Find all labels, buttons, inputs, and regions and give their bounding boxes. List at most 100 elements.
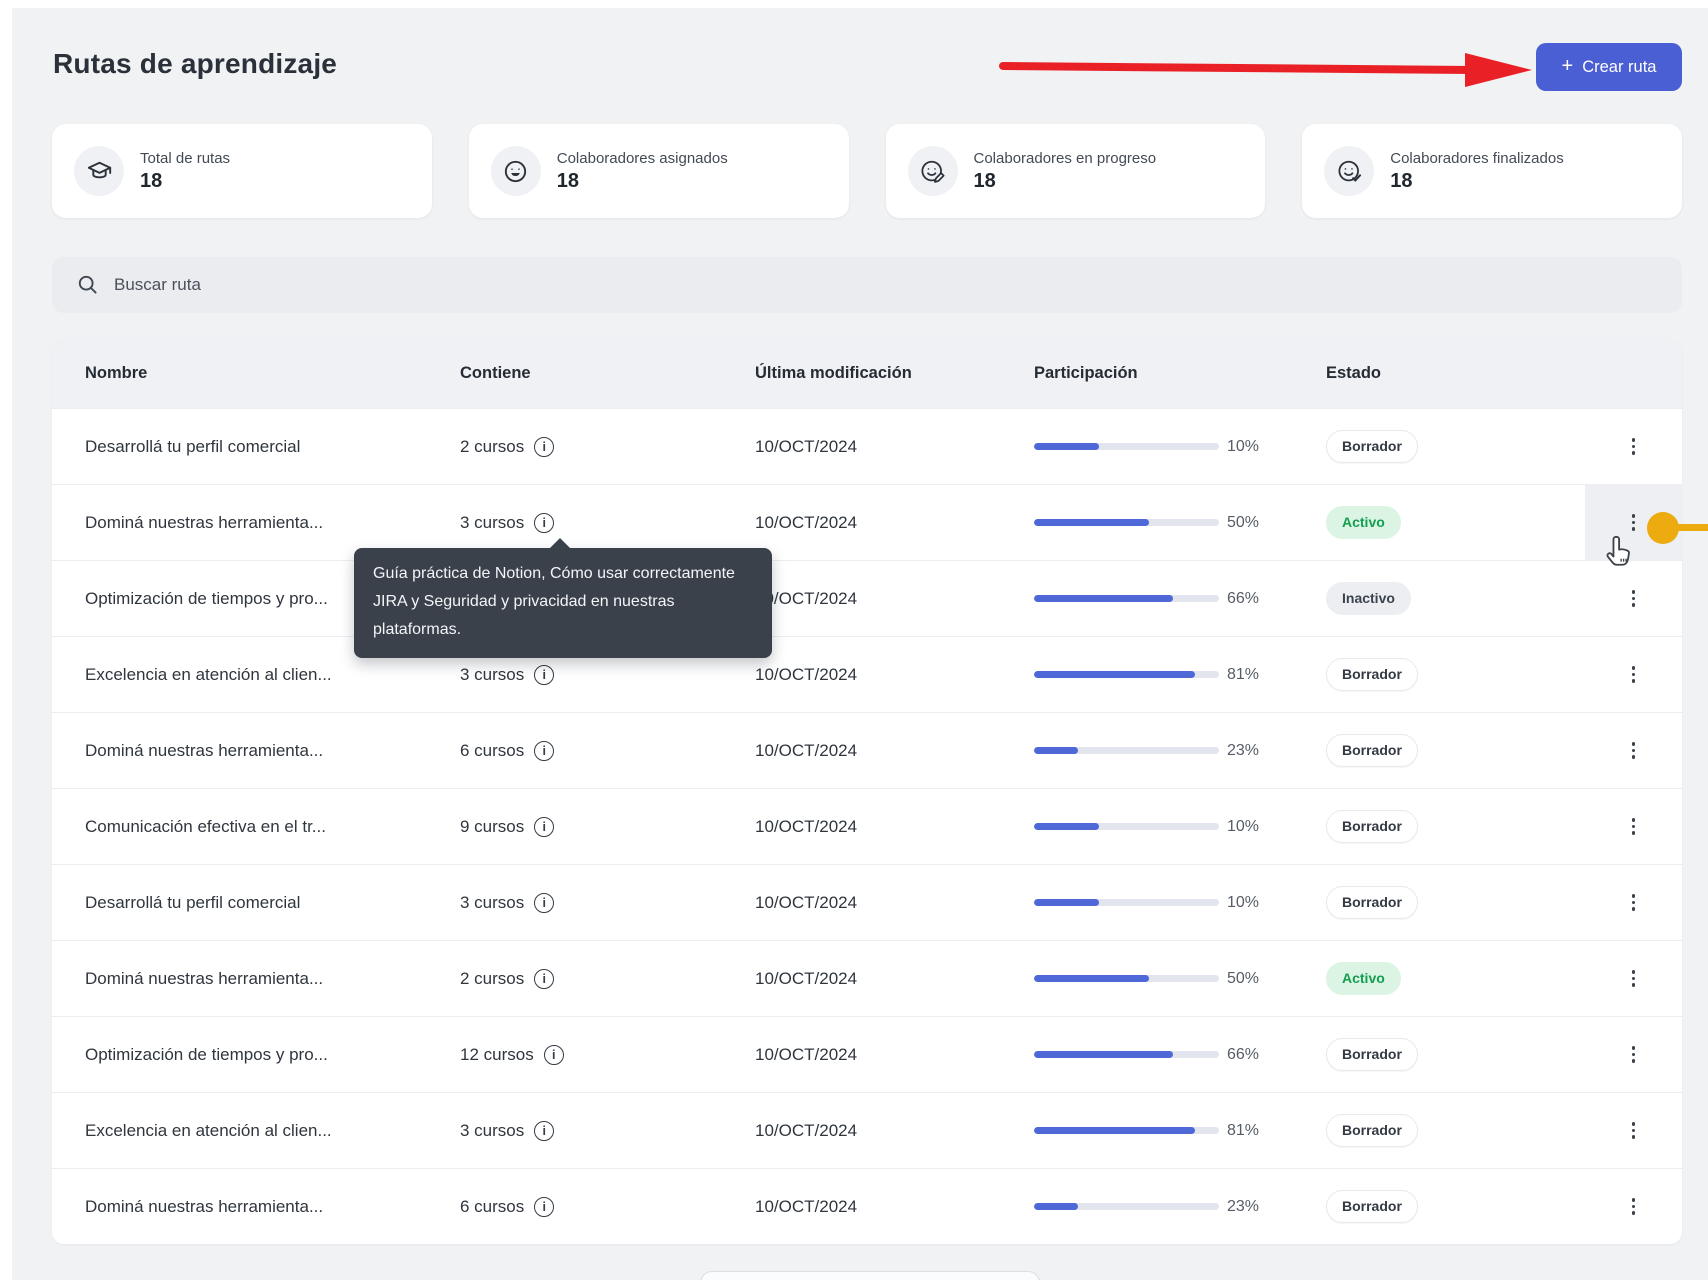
table-row: Dominá nuestras herramienta... 3 cursos … [52, 484, 1682, 560]
courses-count: 6 cursos [460, 741, 524, 761]
progress-bar-fill [1034, 747, 1078, 754]
table-row: Desarrollá tu perfil comercial 2 cursos … [52, 408, 1682, 484]
kebab-menu-button[interactable] [1622, 810, 1646, 843]
kebab-menu-button[interactable] [1622, 886, 1646, 919]
column-header-participacion: Participación [1034, 364, 1326, 383]
kebab-menu-button[interactable] [1622, 1114, 1646, 1147]
courses-count: 3 cursos [460, 665, 524, 685]
stat-value: 18 [1390, 170, 1563, 193]
last-modified-date: 10/OCT/2024 [755, 893, 1034, 913]
kebab-menu-button[interactable] [1622, 734, 1646, 767]
table-row: Comunicación efectiva en el tr... 9 curs… [52, 788, 1682, 864]
stat-value: 18 [140, 170, 230, 193]
progress-bar-fill [1034, 671, 1195, 678]
info-icon[interactable]: i [534, 817, 554, 837]
table-row: Optimización de tiempos y pro... 12 curs… [52, 1016, 1682, 1092]
last-modified-date: 10/OCT/2024 [755, 1045, 1034, 1065]
smiley-icon [491, 146, 541, 196]
status-badge: Borrador [1326, 658, 1418, 691]
orange-callout-dot [1647, 512, 1679, 544]
kebab-menu-button[interactable] [1622, 430, 1646, 463]
progress-percent: 10% [1227, 818, 1271, 836]
kebab-menu-button[interactable] [1622, 962, 1646, 995]
progress-bar-fill [1034, 443, 1099, 450]
progress-bar [1034, 1051, 1219, 1058]
stat-label: Colaboradores en progreso [974, 150, 1157, 167]
progress-bar [1034, 823, 1219, 830]
kebab-menu-button[interactable] [1622, 658, 1646, 691]
smiley-pencil-icon [908, 146, 958, 196]
progress-bar-fill [1034, 975, 1149, 982]
progress-percent: 50% [1227, 970, 1271, 988]
progress-bar [1034, 519, 1219, 526]
progress-bar [1034, 747, 1219, 754]
last-modified-date: 10/OCT/2024 [755, 969, 1034, 989]
status-badge: Activo [1326, 506, 1401, 539]
status-badge: Borrador [1326, 734, 1418, 767]
column-header-nombre: Nombre [52, 364, 460, 383]
info-icon[interactable]: i [534, 1121, 554, 1141]
search-icon [76, 273, 100, 297]
tooltip-arrow [549, 538, 571, 549]
status-badge: Activo [1326, 962, 1401, 995]
stat-card-total-rutas: Total de rutas 18 [52, 124, 432, 218]
progress-percent: 23% [1227, 1198, 1271, 1216]
route-name: Comunicación efectiva en el tr... [52, 817, 460, 837]
search-input[interactable]: Buscar ruta [52, 257, 1682, 313]
last-modified-date: 10/OCT/2024 [755, 1197, 1034, 1217]
last-modified-date: 10/OCT/2024 [755, 437, 1034, 457]
stat-card-en-progreso: Colaboradores en progreso 18 [886, 124, 1266, 218]
progress-percent: 66% [1227, 590, 1271, 608]
courses-count: 2 cursos [460, 969, 524, 989]
info-icon[interactable]: i [534, 437, 554, 457]
stats-cards: Total de rutas 18 Colaboradores asignado… [52, 124, 1682, 218]
progress-bar [1034, 1127, 1219, 1134]
progress-bar [1034, 595, 1219, 602]
create-route-button[interactable]: + Crear ruta [1536, 43, 1682, 91]
last-modified-date: 10/OCT/2024 [755, 513, 1034, 533]
search-placeholder: Buscar ruta [114, 275, 201, 295]
stat-value: 18 [557, 170, 728, 193]
progress-bar-fill [1034, 519, 1149, 526]
route-name: Dominá nuestras herramienta... [52, 741, 460, 761]
info-icon[interactable]: i [534, 665, 554, 685]
progress-bar-fill [1034, 823, 1099, 830]
kebab-menu-button[interactable] [1622, 1190, 1646, 1223]
courses-count: 6 cursos [460, 1197, 524, 1217]
plus-icon: + [1562, 56, 1574, 76]
progress-bar-fill [1034, 1203, 1078, 1210]
info-icon[interactable]: i [534, 1197, 554, 1217]
last-modified-date: 10/OCT/2024 [755, 665, 1034, 685]
progress-bar-fill [1034, 595, 1173, 602]
stat-label: Total de rutas [140, 150, 230, 167]
table-header-row: Nombre Contiene Última modificación Part… [52, 338, 1682, 408]
info-icon[interactable]: i [534, 893, 554, 913]
table-row: Desarrollá tu perfil comercial 3 cursos … [52, 864, 1682, 940]
route-name: Excelencia en atención al clien... [52, 1121, 460, 1141]
kebab-menu-button[interactable] [1622, 582, 1646, 615]
column-header-estado: Estado [1326, 364, 1585, 383]
pagination[interactable] [700, 1271, 1040, 1280]
last-modified-date: 10/OCT/2024 [755, 1121, 1034, 1141]
info-icon[interactable]: i [534, 969, 554, 989]
status-badge: Borrador [1326, 1190, 1418, 1223]
status-badge: Borrador [1326, 1114, 1418, 1147]
route-name: Desarrollá tu perfil comercial [52, 437, 460, 457]
create-route-label: Crear ruta [1582, 58, 1656, 77]
route-name: Desarrollá tu perfil comercial [52, 893, 460, 913]
status-badge: Borrador [1326, 810, 1418, 843]
info-icon[interactable]: i [544, 1045, 564, 1065]
courses-count: 3 cursos [460, 893, 524, 913]
route-name: Dominá nuestras herramienta... [52, 1197, 460, 1217]
info-icon[interactable]: i [534, 741, 554, 761]
progress-percent: 50% [1227, 514, 1271, 532]
info-icon[interactable]: i [534, 513, 554, 533]
progress-percent: 81% [1227, 1122, 1271, 1140]
progress-percent: 10% [1227, 894, 1271, 912]
screenshot-stage: Rutas de aprendizaje + Crear ruta Total … [0, 0, 1708, 1280]
progress-bar [1034, 899, 1219, 906]
kebab-menu-button[interactable] [1622, 1038, 1646, 1071]
route-name: Excelencia en atención al clien... [52, 665, 460, 685]
hand-cursor-icon [1604, 534, 1636, 570]
table-row: Optimización de tiempos y pro... 10/OCT/… [52, 560, 1682, 636]
